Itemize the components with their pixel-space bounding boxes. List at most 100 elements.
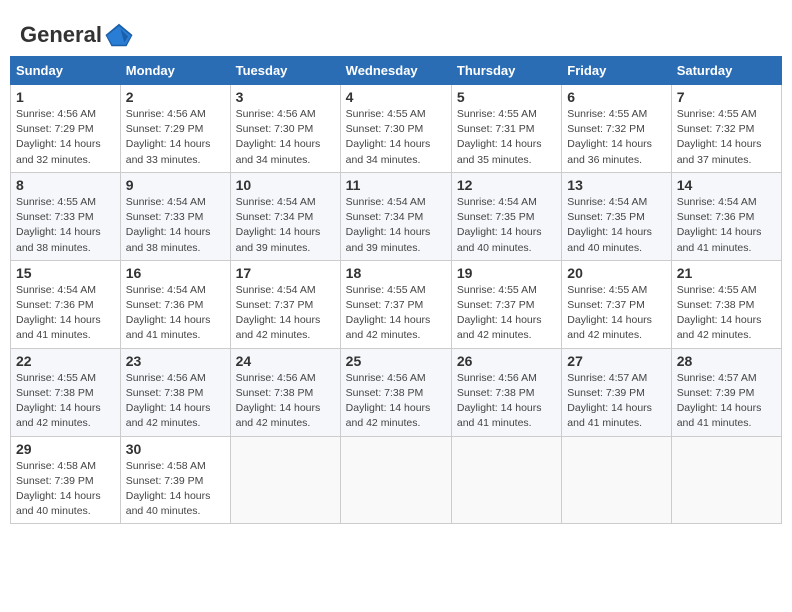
day-number: 2 xyxy=(126,89,225,105)
day-info: Sunrise: 4:55 AMSunset: 7:37 PMDaylight:… xyxy=(457,283,556,344)
calendar-week-5: 29 Sunrise: 4:58 AMSunset: 7:39 PMDayligh… xyxy=(11,436,782,524)
day-info: Sunrise: 4:57 AMSunset: 7:39 PMDaylight:… xyxy=(567,371,665,432)
calendar-cell: 26 Sunrise: 4:56 AMSunset: 7:38 PMDayligh… xyxy=(451,348,561,436)
calendar-header-row: SundayMondayTuesdayWednesdayThursdayFrid… xyxy=(11,57,782,85)
day-number: 17 xyxy=(236,265,335,281)
day-info: Sunrise: 4:54 AMSunset: 7:35 PMDaylight:… xyxy=(567,195,665,256)
day-number: 30 xyxy=(126,441,225,457)
day-header-tuesday: Tuesday xyxy=(230,57,340,85)
day-number: 11 xyxy=(346,177,446,193)
logo: General xyxy=(20,20,134,46)
calendar-cell: 28 Sunrise: 4:57 AMSunset: 7:39 PMDayligh… xyxy=(671,348,781,436)
calendar-body: 1 Sunrise: 4:56 AMSunset: 7:29 PMDaylight… xyxy=(11,85,782,524)
day-header-wednesday: Wednesday xyxy=(340,57,451,85)
calendar-cell: 5 Sunrise: 4:55 AMSunset: 7:31 PMDaylight… xyxy=(451,85,561,173)
calendar-cell xyxy=(230,436,340,524)
calendar-cell: 20 Sunrise: 4:55 AMSunset: 7:37 PMDayligh… xyxy=(562,260,671,348)
day-number: 15 xyxy=(16,265,115,281)
day-number: 24 xyxy=(236,353,335,369)
day-info: Sunrise: 4:56 AMSunset: 7:29 PMDaylight:… xyxy=(16,107,115,168)
day-info: Sunrise: 4:58 AMSunset: 7:39 PMDaylight:… xyxy=(16,459,115,520)
day-info: Sunrise: 4:54 AMSunset: 7:33 PMDaylight:… xyxy=(126,195,225,256)
day-number: 22 xyxy=(16,353,115,369)
day-info: Sunrise: 4:55 AMSunset: 7:30 PMDaylight:… xyxy=(346,107,446,168)
day-number: 21 xyxy=(677,265,776,281)
day-header-monday: Monday xyxy=(120,57,230,85)
calendar-cell: 14Sunrise: 4:54 AMSunset: 7:36 PMDayligh… xyxy=(671,172,781,260)
calendar-cell: 13 Sunrise: 4:54 AMSunset: 7:35 PMDayligh… xyxy=(562,172,671,260)
day-info: Sunrise: 4:56 AMSunset: 7:29 PMDaylight:… xyxy=(126,107,225,168)
calendar-cell: 27 Sunrise: 4:57 AMSunset: 7:39 PMDayligh… xyxy=(562,348,671,436)
calendar-cell: 12 Sunrise: 4:54 AMSunset: 7:35 PMDayligh… xyxy=(451,172,561,260)
calendar-table: SundayMondayTuesdayWednesdayThursdayFrid… xyxy=(10,56,782,524)
calendar-cell: 18Sunrise: 4:55 AMSunset: 7:37 PMDayligh… xyxy=(340,260,451,348)
day-number: 5 xyxy=(457,89,556,105)
day-number: 3 xyxy=(236,89,335,105)
calendar-cell xyxy=(340,436,451,524)
calendar-cell: 4 Sunrise: 4:55 AMSunset: 7:30 PMDaylight… xyxy=(340,85,451,173)
calendar-week-2: 8 Sunrise: 4:55 AMSunset: 7:33 PMDaylight… xyxy=(11,172,782,260)
day-header-friday: Friday xyxy=(562,57,671,85)
calendar-cell xyxy=(562,436,671,524)
day-info: Sunrise: 4:56 AMSunset: 7:38 PMDaylight:… xyxy=(457,371,556,432)
calendar-cell: 16 Sunrise: 4:54 AMSunset: 7:36 PMDayligh… xyxy=(120,260,230,348)
day-info: Sunrise: 4:54 AMSunset: 7:37 PMDaylight:… xyxy=(236,283,335,344)
calendar-cell xyxy=(671,436,781,524)
day-info: Sunrise: 4:55 AMSunset: 7:31 PMDaylight:… xyxy=(457,107,556,168)
calendar-cell: 25Sunrise: 4:56 AMSunset: 7:38 PMDayligh… xyxy=(340,348,451,436)
calendar-cell: 8 Sunrise: 4:55 AMSunset: 7:33 PMDaylight… xyxy=(11,172,121,260)
day-number: 9 xyxy=(126,177,225,193)
day-info: Sunrise: 4:56 AMSunset: 7:38 PMDaylight:… xyxy=(346,371,446,432)
day-number: 26 xyxy=(457,353,556,369)
calendar-cell: 22 Sunrise: 4:55 AMSunset: 7:38 PMDayligh… xyxy=(11,348,121,436)
calendar-cell: 10Sunrise: 4:54 AMSunset: 7:34 PMDayligh… xyxy=(230,172,340,260)
day-number: 28 xyxy=(677,353,776,369)
day-info: Sunrise: 4:56 AMSunset: 7:38 PMDaylight:… xyxy=(236,371,335,432)
calendar-cell: 1 Sunrise: 4:56 AMSunset: 7:29 PMDaylight… xyxy=(11,85,121,173)
day-info: Sunrise: 4:55 AMSunset: 7:38 PMDaylight:… xyxy=(677,283,776,344)
day-header-thursday: Thursday xyxy=(451,57,561,85)
day-info: Sunrise: 4:54 AMSunset: 7:35 PMDaylight:… xyxy=(457,195,556,256)
day-info: Sunrise: 4:55 AMSunset: 7:37 PMDaylight:… xyxy=(567,283,665,344)
day-info: Sunrise: 4:54 AMSunset: 7:36 PMDaylight:… xyxy=(126,283,225,344)
day-number: 14 xyxy=(677,177,776,193)
calendar-cell: 29 Sunrise: 4:58 AMSunset: 7:39 PMDayligh… xyxy=(11,436,121,524)
day-info: Sunrise: 4:57 AMSunset: 7:39 PMDaylight:… xyxy=(677,371,776,432)
day-number: 12 xyxy=(457,177,556,193)
calendar-cell: 6Sunrise: 4:55 AMSunset: 7:32 PMDaylight… xyxy=(562,85,671,173)
day-number: 23 xyxy=(126,353,225,369)
calendar-week-3: 15 Sunrise: 4:54 AMSunset: 7:36 PMDayligh… xyxy=(11,260,782,348)
day-header-sunday: Sunday xyxy=(11,57,121,85)
day-info: Sunrise: 4:54 AMSunset: 7:36 PMDaylight:… xyxy=(16,283,115,344)
day-number: 7 xyxy=(677,89,776,105)
day-info: Sunrise: 4:54 AMSunset: 7:34 PMDaylight:… xyxy=(236,195,335,256)
day-number: 16 xyxy=(126,265,225,281)
day-info: Sunrise: 4:55 AMSunset: 7:38 PMDaylight:… xyxy=(16,371,115,432)
day-number: 13 xyxy=(567,177,665,193)
day-info: Sunrise: 4:58 AMSunset: 7:39 PMDaylight:… xyxy=(126,459,225,520)
day-number: 29 xyxy=(16,441,115,457)
day-info: Sunrise: 4:56 AMSunset: 7:30 PMDaylight:… xyxy=(236,107,335,168)
day-number: 20 xyxy=(567,265,665,281)
logo-icon xyxy=(104,20,134,50)
day-number: 18 xyxy=(346,265,446,281)
day-number: 1 xyxy=(16,89,115,105)
calendar-cell: 17 Sunrise: 4:54 AMSunset: 7:37 PMDayligh… xyxy=(230,260,340,348)
logo-general: General xyxy=(20,22,102,48)
day-number: 8 xyxy=(16,177,115,193)
calendar-cell: 19 Sunrise: 4:55 AMSunset: 7:37 PMDayligh… xyxy=(451,260,561,348)
calendar-cell: 7 Sunrise: 4:55 AMSunset: 7:32 PMDaylight… xyxy=(671,85,781,173)
day-info: Sunrise: 4:55 AMSunset: 7:32 PMDaylight:… xyxy=(677,107,776,168)
calendar-cell: 11Sunrise: 4:54 AMSunset: 7:34 PMDayligh… xyxy=(340,172,451,260)
calendar-cell: 30 Sunrise: 4:58 AMSunset: 7:39 PMDayligh… xyxy=(120,436,230,524)
calendar-cell: 23Sunrise: 4:56 AMSunset: 7:38 PMDayligh… xyxy=(120,348,230,436)
day-info: Sunrise: 4:55 AMSunset: 7:32 PMDaylight:… xyxy=(567,107,665,168)
calendar-cell: 15 Sunrise: 4:54 AMSunset: 7:36 PMDayligh… xyxy=(11,260,121,348)
day-number: 19 xyxy=(457,265,556,281)
day-info: Sunrise: 4:55 AMSunset: 7:33 PMDaylight:… xyxy=(16,195,115,256)
page-header: General xyxy=(10,10,782,56)
day-number: 27 xyxy=(567,353,665,369)
day-number: 4 xyxy=(346,89,446,105)
calendar-cell: 24 Sunrise: 4:56 AMSunset: 7:38 PMDayligh… xyxy=(230,348,340,436)
calendar-cell: 21 Sunrise: 4:55 AMSunset: 7:38 PMDayligh… xyxy=(671,260,781,348)
